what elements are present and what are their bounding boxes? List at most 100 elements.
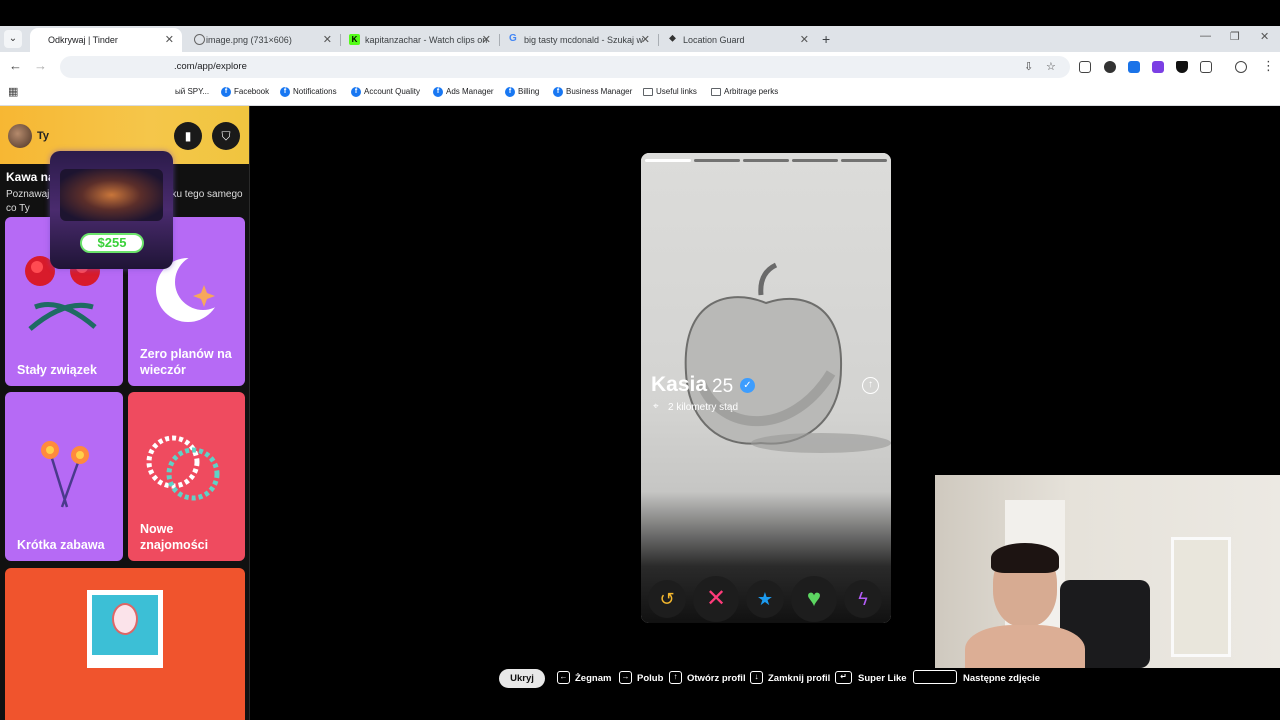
- bookmark-facebook[interactable]: f Facebook: [221, 87, 269, 97]
- sticker-amount: $255: [80, 233, 144, 253]
- rewind-icon: ↺: [659, 589, 675, 609]
- bookmark-ads-manager[interactable]: f Ads Manager: [433, 87, 494, 97]
- facebook-icon: f: [553, 87, 563, 97]
- rewind-button[interactable]: ↺: [648, 580, 686, 618]
- sticker-image: [60, 169, 163, 221]
- tab-google[interactable]: G big tasty mcdonald - Szukaj w ✕: [500, 28, 658, 52]
- card-photo[interactable]: [5, 568, 245, 720]
- photo-progress-bar: [645, 159, 691, 162]
- restore-button[interactable]: ❐: [1230, 30, 1240, 43]
- webcam-person-hair: [991, 543, 1059, 573]
- card-new-friends[interactable]: Nowe znajomości: [128, 392, 245, 561]
- shortcut-close-profile: ↓ Zamknij profil: [750, 671, 830, 684]
- down-arrow-key-icon: ↓: [750, 671, 763, 684]
- folder-icon: [643, 88, 653, 96]
- tab-image[interactable]: image.png (731×606) ✕: [182, 28, 340, 52]
- tab-title: image.png (731×606): [206, 35, 292, 45]
- shield-extension-icon[interactable]: [1176, 61, 1188, 73]
- minimize-button[interactable]: —: [1200, 30, 1211, 42]
- photo-progress-bar: [694, 159, 740, 162]
- close-window-button[interactable]: ✕: [1260, 30, 1269, 43]
- bookmark-business-manager[interactable]: f Business Manager: [553, 87, 632, 97]
- apps-grid-icon[interactable]: ▦: [8, 85, 18, 98]
- tab-search-button[interactable]: ⌄: [4, 30, 22, 48]
- blue-extension-icon[interactable]: [1128, 61, 1140, 73]
- profile-distance: 2 kilometry stąd: [668, 402, 739, 413]
- avatar[interactable]: [8, 124, 32, 148]
- sidebar: Ty ▮ ⛉ Kawa na ławę Poznawaj osoby, któr…: [0, 106, 250, 720]
- super-like-icon: ★: [756, 589, 774, 609]
- verified-badge-icon: ✓: [740, 378, 755, 393]
- boost-button[interactable]: ϟ: [844, 580, 882, 618]
- shield-icon[interactable]: ⛉: [212, 122, 240, 150]
- right-arrow-key-icon: →: [619, 671, 632, 684]
- close-tab-icon[interactable]: ✕: [482, 33, 491, 46]
- shortcut-next-photo: Następne zdjęcie: [913, 670, 1040, 684]
- profile-age: 25: [712, 376, 734, 397]
- like-button[interactable]: ♥: [791, 576, 837, 622]
- boost-icon: ϟ: [858, 589, 868, 609]
- nope-icon: ✕: [705, 585, 727, 612]
- bookmark-notifications[interactable]: f Notifications: [280, 87, 337, 97]
- bookmark-billing[interactable]: f Billing: [505, 87, 539, 97]
- install-app-icon[interactable]: ⇩: [1024, 60, 1033, 73]
- bookmark-spy[interactable]: ый SPY...: [175, 87, 209, 96]
- tab-title: Location Guard: [683, 35, 745, 45]
- bracelets-icon: [146, 435, 220, 501]
- facebook-icon: f: [505, 87, 515, 97]
- close-tab-icon[interactable]: ✕: [323, 33, 332, 46]
- extensions-puzzle-icon[interactable]: [1200, 61, 1212, 73]
- bookmark-account-quality[interactable]: f Account Quality: [351, 87, 420, 97]
- kick-icon: K: [349, 34, 360, 45]
- bookmark-useful-links[interactable]: Useful links: [643, 87, 697, 96]
- globe-icon: [194, 34, 205, 45]
- profile-icon[interactable]: [1235, 61, 1247, 73]
- menu-kebab-icon[interactable]: ⋮: [1262, 58, 1275, 74]
- shortcut-like: → Polub: [619, 671, 663, 684]
- webcam-shelf: [1171, 537, 1231, 657]
- profile-card[interactable]: Kasia 25 ✓ ↑ ⌖ 2 kilometry stąd: [641, 153, 891, 623]
- purple-extension-icon[interactable]: [1152, 61, 1164, 73]
- bookmark-star-icon[interactable]: ☆: [1046, 60, 1056, 73]
- tab-tinder[interactable]: ✕ Odkrywaj | Tinder: [30, 28, 182, 52]
- bookmark-arbitrage-perks[interactable]: Arbitrage perks: [711, 87, 778, 96]
- keyboard-shortcuts-bar: Ukryj ← Żegnam → Polub ↑ Otwórz profil ↓ Zam…: [0, 668, 1280, 690]
- webcam-person-body: [965, 625, 1085, 668]
- cookie-extension-icon[interactable]: [1104, 61, 1116, 73]
- facebook-icon: f: [433, 87, 443, 97]
- nope-button[interactable]: ✕: [693, 576, 739, 622]
- card-label: Zero planów na wieczór: [140, 347, 232, 377]
- new-tab-button[interactable]: +: [822, 31, 830, 47]
- photo-progress-bars: [645, 159, 887, 162]
- promo-sticker: $255: [50, 151, 173, 269]
- card-short-fun[interactable]: Krótka zabawa: [5, 392, 123, 561]
- close-tab-icon[interactable]: ✕: [800, 33, 809, 46]
- close-tab-icon[interactable]: ✕: [165, 33, 174, 46]
- profile-name: Kasia: [651, 373, 708, 396]
- bookmarks-bar: ▦ ый SPY... f Facebook f Notifications f Ac…: [0, 82, 1280, 106]
- forward-button[interactable]: →: [34, 58, 47, 73]
- google-icon: G: [509, 33, 517, 44]
- username[interactable]: Ty: [37, 130, 49, 142]
- url-text: .com/app/explore: [174, 61, 247, 72]
- address-toolbar: ← → .com/app/explore ⇩ ☆ ⋮: [0, 52, 1280, 82]
- close-tab-icon[interactable]: ✕: [641, 33, 650, 46]
- tab-location-guard[interactable]: ⬥ Location Guard ✕: [659, 28, 817, 52]
- screen-top-bar: [0, 0, 1280, 26]
- facebook-icon: f: [221, 87, 231, 97]
- hide-shortcuts-button[interactable]: Ukryj: [499, 669, 545, 688]
- briefcase-icon[interactable]: ▮: [174, 122, 202, 150]
- super-like-button[interactable]: ★: [746, 580, 784, 618]
- left-arrow-key-icon: ←: [557, 671, 570, 684]
- tab-title: Odkrywaj | Tinder: [48, 35, 118, 45]
- address-bar[interactable]: .com/app/explore ⇩ ☆: [60, 56, 1070, 78]
- enter-key-icon: ↵: [835, 671, 852, 684]
- open-profile-button[interactable]: ↑: [862, 377, 879, 394]
- tab-kick[interactable]: K kapitanzachar - Watch clips on ✕: [341, 28, 499, 52]
- card-label: Stały związek: [17, 363, 97, 377]
- folder-icon: [711, 88, 721, 96]
- tab-strip: ⌄ ✕ Odkrywaj | Tinder image.png (731×606…: [0, 26, 1280, 52]
- camera-extension-icon[interactable]: [1079, 61, 1091, 73]
- location-pin-icon: ⌖: [653, 401, 659, 412]
- back-button[interactable]: ←: [9, 58, 22, 73]
